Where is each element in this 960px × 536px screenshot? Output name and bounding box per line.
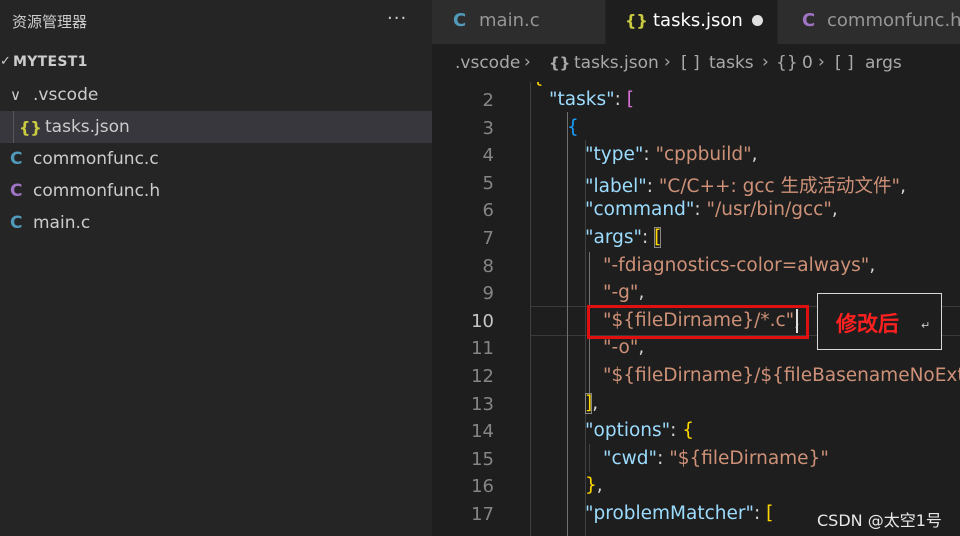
tree-item-label: commonfunc.c xyxy=(33,149,159,169)
tree-item-vscode-folder[interactable]: ∨ .vscode xyxy=(0,79,432,111)
explorer-title: 资源管理器 xyxy=(12,13,88,31)
array-icon: [ ] xyxy=(835,53,854,73)
line-number: 15 xyxy=(471,449,494,470)
header-file-icon: C xyxy=(802,10,816,31)
json-file-icon: {} xyxy=(549,54,571,72)
chevron-down-icon: ✓ xyxy=(0,54,11,69)
chevron-down-icon: ∨ xyxy=(10,86,21,104)
code-token: { xyxy=(532,82,544,88)
text-cursor xyxy=(796,309,798,333)
code-line: "${fileDirname}/${fileBasenameNoExte xyxy=(603,365,960,386)
breadcrumb-item[interactable]: tasks.json xyxy=(574,53,659,73)
json-file-icon: {} xyxy=(19,118,42,137)
tree-item-label: main.c xyxy=(33,213,91,233)
line-number: 3 xyxy=(482,118,494,139)
code-line: ], xyxy=(585,393,599,414)
object-icon: {} xyxy=(776,53,798,73)
tab-label: tasks.json xyxy=(653,10,743,31)
code-line: { xyxy=(567,117,579,138)
line-number-current: 10 xyxy=(471,311,494,332)
code-line: }, xyxy=(585,475,603,496)
breadcrumb-item[interactable]: 0 xyxy=(802,53,813,73)
line-number: 9 xyxy=(482,283,494,304)
code-line: "-o", xyxy=(603,337,645,358)
line-number: 11 xyxy=(471,338,494,359)
project-name: MYTEST1 xyxy=(13,54,88,70)
tab-tasks-json[interactable]: {} tasks.json xyxy=(606,0,778,44)
tree-item-commonfunc-h[interactable]: C commonfunc.h xyxy=(0,175,432,207)
tree-indent-guide xyxy=(13,111,14,143)
indent-guide xyxy=(567,112,568,536)
chevron-right-icon: › xyxy=(818,52,825,72)
tab-bar: C main.c {} tasks.json C commonfunc.h xyxy=(432,0,960,44)
code-line: "type": "cppbuild", xyxy=(585,144,758,165)
code-line: "-g", xyxy=(603,282,645,303)
line-number: 4 xyxy=(482,145,494,166)
array-icon: [ ] xyxy=(681,53,700,73)
code-line: "args": [ xyxy=(585,227,662,248)
line-number: 12 xyxy=(471,366,494,387)
highlight-box xyxy=(587,305,809,339)
line-number: 16 xyxy=(471,476,494,497)
return-mark-icon: ↵ xyxy=(921,319,931,332)
chevron-right-icon: › xyxy=(524,52,531,72)
code-line: "cwd": "${fileDirname}" xyxy=(603,448,829,469)
tree-item-label: .vscode xyxy=(33,85,99,105)
line-number: 14 xyxy=(471,421,494,442)
explorer-sidebar: 资源管理器 ··· ✓ MYTEST1 ∨ .vscode {} tasks.j… xyxy=(0,0,432,536)
annotation-text: 修改后 xyxy=(836,312,899,336)
c-file-icon: C xyxy=(10,213,23,233)
tab-label: commonfunc.h xyxy=(827,10,960,31)
code-line: "command": "/usr/bin/gcc", xyxy=(585,199,838,220)
line-number: 2 xyxy=(482,90,494,111)
code-line: "label": "C/C++: gcc 生成活动文件", xyxy=(585,176,906,197)
project-folder-header[interactable]: ✓ MYTEST1 xyxy=(0,50,432,76)
line-number: 13 xyxy=(471,394,494,415)
annotation-note: 修改后 ↵ xyxy=(817,293,942,350)
chevron-right-icon: › xyxy=(664,52,671,72)
line-number: 5 xyxy=(482,173,494,194)
c-file-icon: C xyxy=(453,10,467,31)
explorer-header: 资源管理器 ··· xyxy=(0,0,432,42)
tab-main-c[interactable]: C main.c xyxy=(432,0,606,44)
code-line: "-fdiagnostics-color=always", xyxy=(603,255,876,276)
code-line: "tasks": [ xyxy=(549,89,634,110)
line-number: 6 xyxy=(482,200,494,221)
json-file-icon: {} xyxy=(625,11,648,30)
breadcrumb-item[interactable]: .vscode xyxy=(455,53,520,73)
tree-item-main-c[interactable]: C main.c xyxy=(0,207,432,239)
line-number: 8 xyxy=(482,256,494,277)
breadcrumb-item[interactable]: args xyxy=(865,53,902,73)
line-number: 7 xyxy=(482,228,494,249)
tree-item-label: commonfunc.h xyxy=(33,181,161,201)
more-actions-icon[interactable]: ··· xyxy=(387,8,407,29)
tree-item-tasks-json[interactable]: {} tasks.json xyxy=(0,111,432,143)
indent-guide xyxy=(530,82,531,536)
line-number: 17 xyxy=(471,504,494,525)
tab-commonfunc-h[interactable]: C commonfunc.h xyxy=(778,0,960,44)
tree-item-label: tasks.json xyxy=(45,117,130,137)
tree-item-commonfunc-c[interactable]: C commonfunc.c xyxy=(0,143,432,175)
tab-label: main.c xyxy=(479,10,540,31)
c-file-icon: C xyxy=(10,149,23,169)
code-line: "problemMatcher": [ xyxy=(585,503,774,524)
indent-guide xyxy=(589,444,590,472)
header-file-icon: C xyxy=(10,181,23,201)
code-line: "options": { xyxy=(585,420,695,441)
breadcrumb-item[interactable]: tasks xyxy=(709,53,754,73)
breadcrumb: .vscode › {} tasks.json › [ ] tasks › {}… xyxy=(432,44,960,82)
chevron-right-icon: › xyxy=(762,52,769,72)
watermark: CSDN @太空1号 xyxy=(817,511,942,530)
unsaved-dot-icon[interactable] xyxy=(752,15,763,26)
